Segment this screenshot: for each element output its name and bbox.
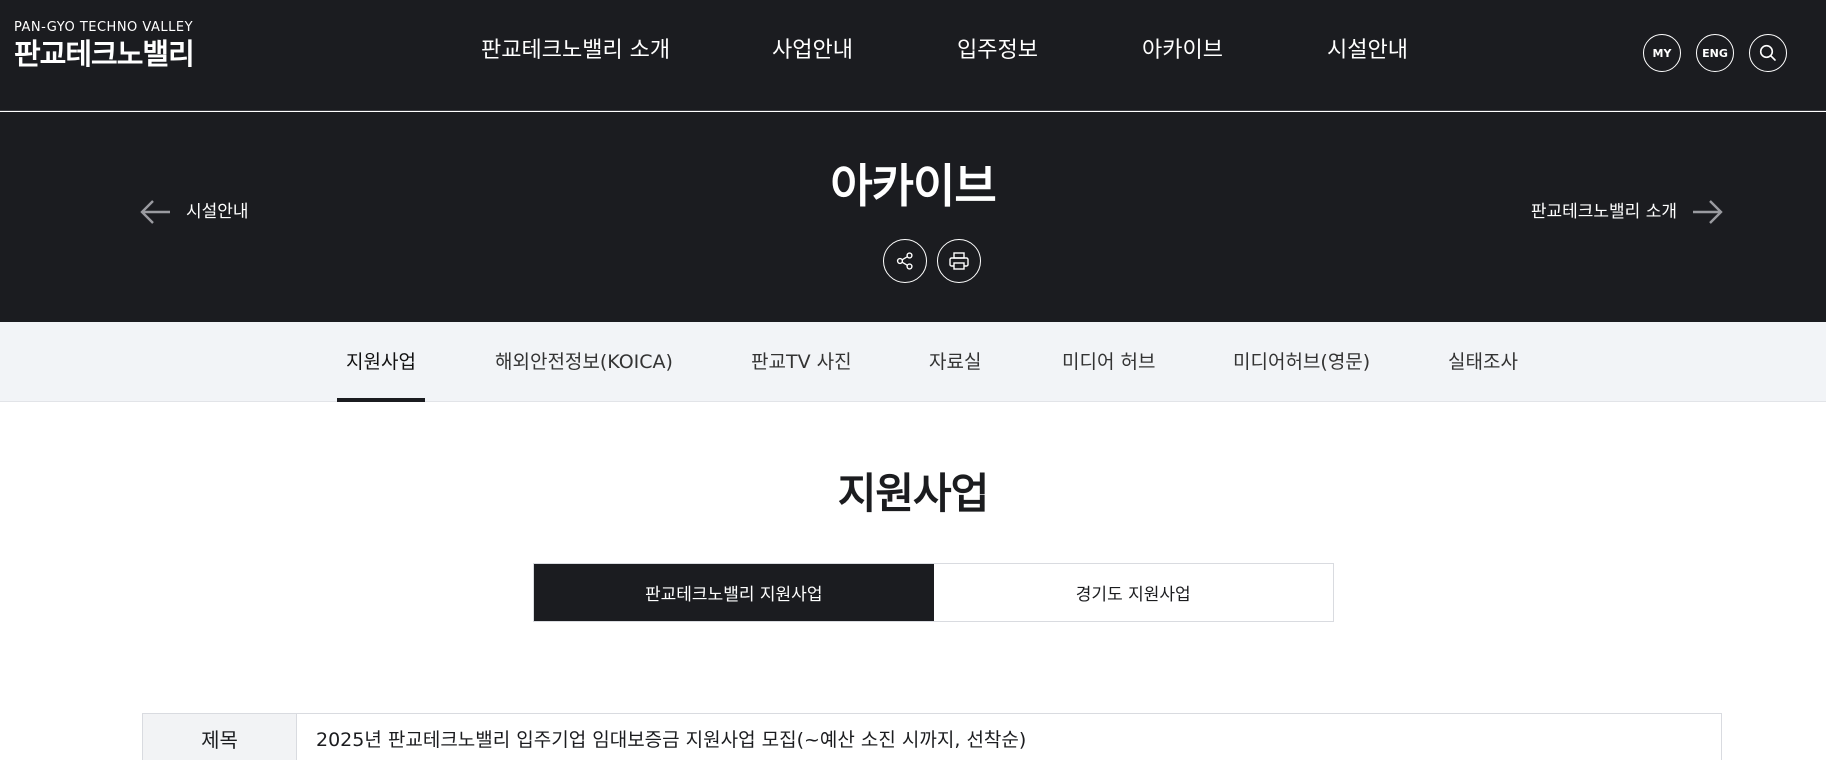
page-visual-banner: 아카이브 시설안내 판교테크노밸리 소개: [0, 112, 1826, 322]
subject-header: 제목: [142, 714, 297, 760]
site-header: PAN-GYO TECHNO VALLEY 판교테크노밸리 판교테크노밸리 소개…: [0, 0, 1826, 111]
sub-tab-menu: 지원사업 해외안전정보(KOICA) 판교TV 사진 자료실 미디어 허브 미디…: [0, 322, 1826, 402]
global-nav: 판교테크노밸리 소개 사업안내 입주정보 아카이브 시설안내: [0, 0, 1826, 104]
print-icon: [949, 252, 969, 270]
gnb-item-intro[interactable]: 판교테크노밸리 소개: [481, 36, 670, 66]
search-icon: [1759, 44, 1776, 61]
tab-koica[interactable]: 해외안전정보(KOICA): [495, 322, 673, 402]
segment-control: 판교테크노밸리 지원사업 경기도 지원사업: [533, 563, 1334, 622]
gnb-item-archive[interactable]: 아카이브: [1142, 36, 1223, 66]
my-button[interactable]: MY: [1643, 34, 1681, 72]
share-icon: [896, 252, 913, 270]
subject-value: 2025년 판교테크노밸리 입주기업 임대보증금 지원사업 모집(~예산 소진 …: [297, 714, 1722, 760]
tab-media-hub-english[interactable]: 미디어허브(영문): [1233, 322, 1370, 402]
tab-survey[interactable]: 실태조사: [1448, 322, 1518, 402]
prev-menu-label: 시설안내: [186, 202, 249, 222]
print-button[interactable]: [937, 239, 981, 283]
detail-table: 제목 2025년 판교테크노밸리 입주기업 임대보증금 지원사업 모집(~예산 …: [142, 713, 1722, 760]
gnb-item-tenant[interactable]: 입주정보: [957, 36, 1038, 66]
segment-pangyo-support[interactable]: 판교테크노밸리 지원사업: [534, 564, 934, 621]
search-button[interactable]: [1749, 34, 1787, 72]
eng-button[interactable]: ENG: [1696, 34, 1734, 72]
arrow-right-icon: [1693, 200, 1723, 224]
tab-pangyo-tv-photo[interactable]: 판교TV 사진: [751, 322, 852, 402]
tab-resource-room[interactable]: 자료실: [929, 322, 981, 402]
segment-gyeonggi-support[interactable]: 경기도 지원사업: [933, 564, 1333, 621]
next-menu-label: 판교테크노밸리 소개: [1530, 202, 1677, 222]
tab-support-business[interactable]: 지원사업: [337, 322, 425, 402]
arrow-left-icon: [140, 200, 170, 224]
section-title: 지원사업: [837, 469, 990, 518]
share-button[interactable]: [883, 239, 927, 283]
next-menu-link[interactable]: 판교테크노밸리 소개: [1531, 199, 1723, 225]
gnb-item-facility[interactable]: 시설안내: [1327, 36, 1408, 66]
prev-menu-link[interactable]: 시설안내: [140, 199, 249, 225]
gnb-item-business[interactable]: 사업안내: [772, 36, 853, 66]
tab-media-hub[interactable]: 미디어 허브: [1062, 322, 1155, 402]
